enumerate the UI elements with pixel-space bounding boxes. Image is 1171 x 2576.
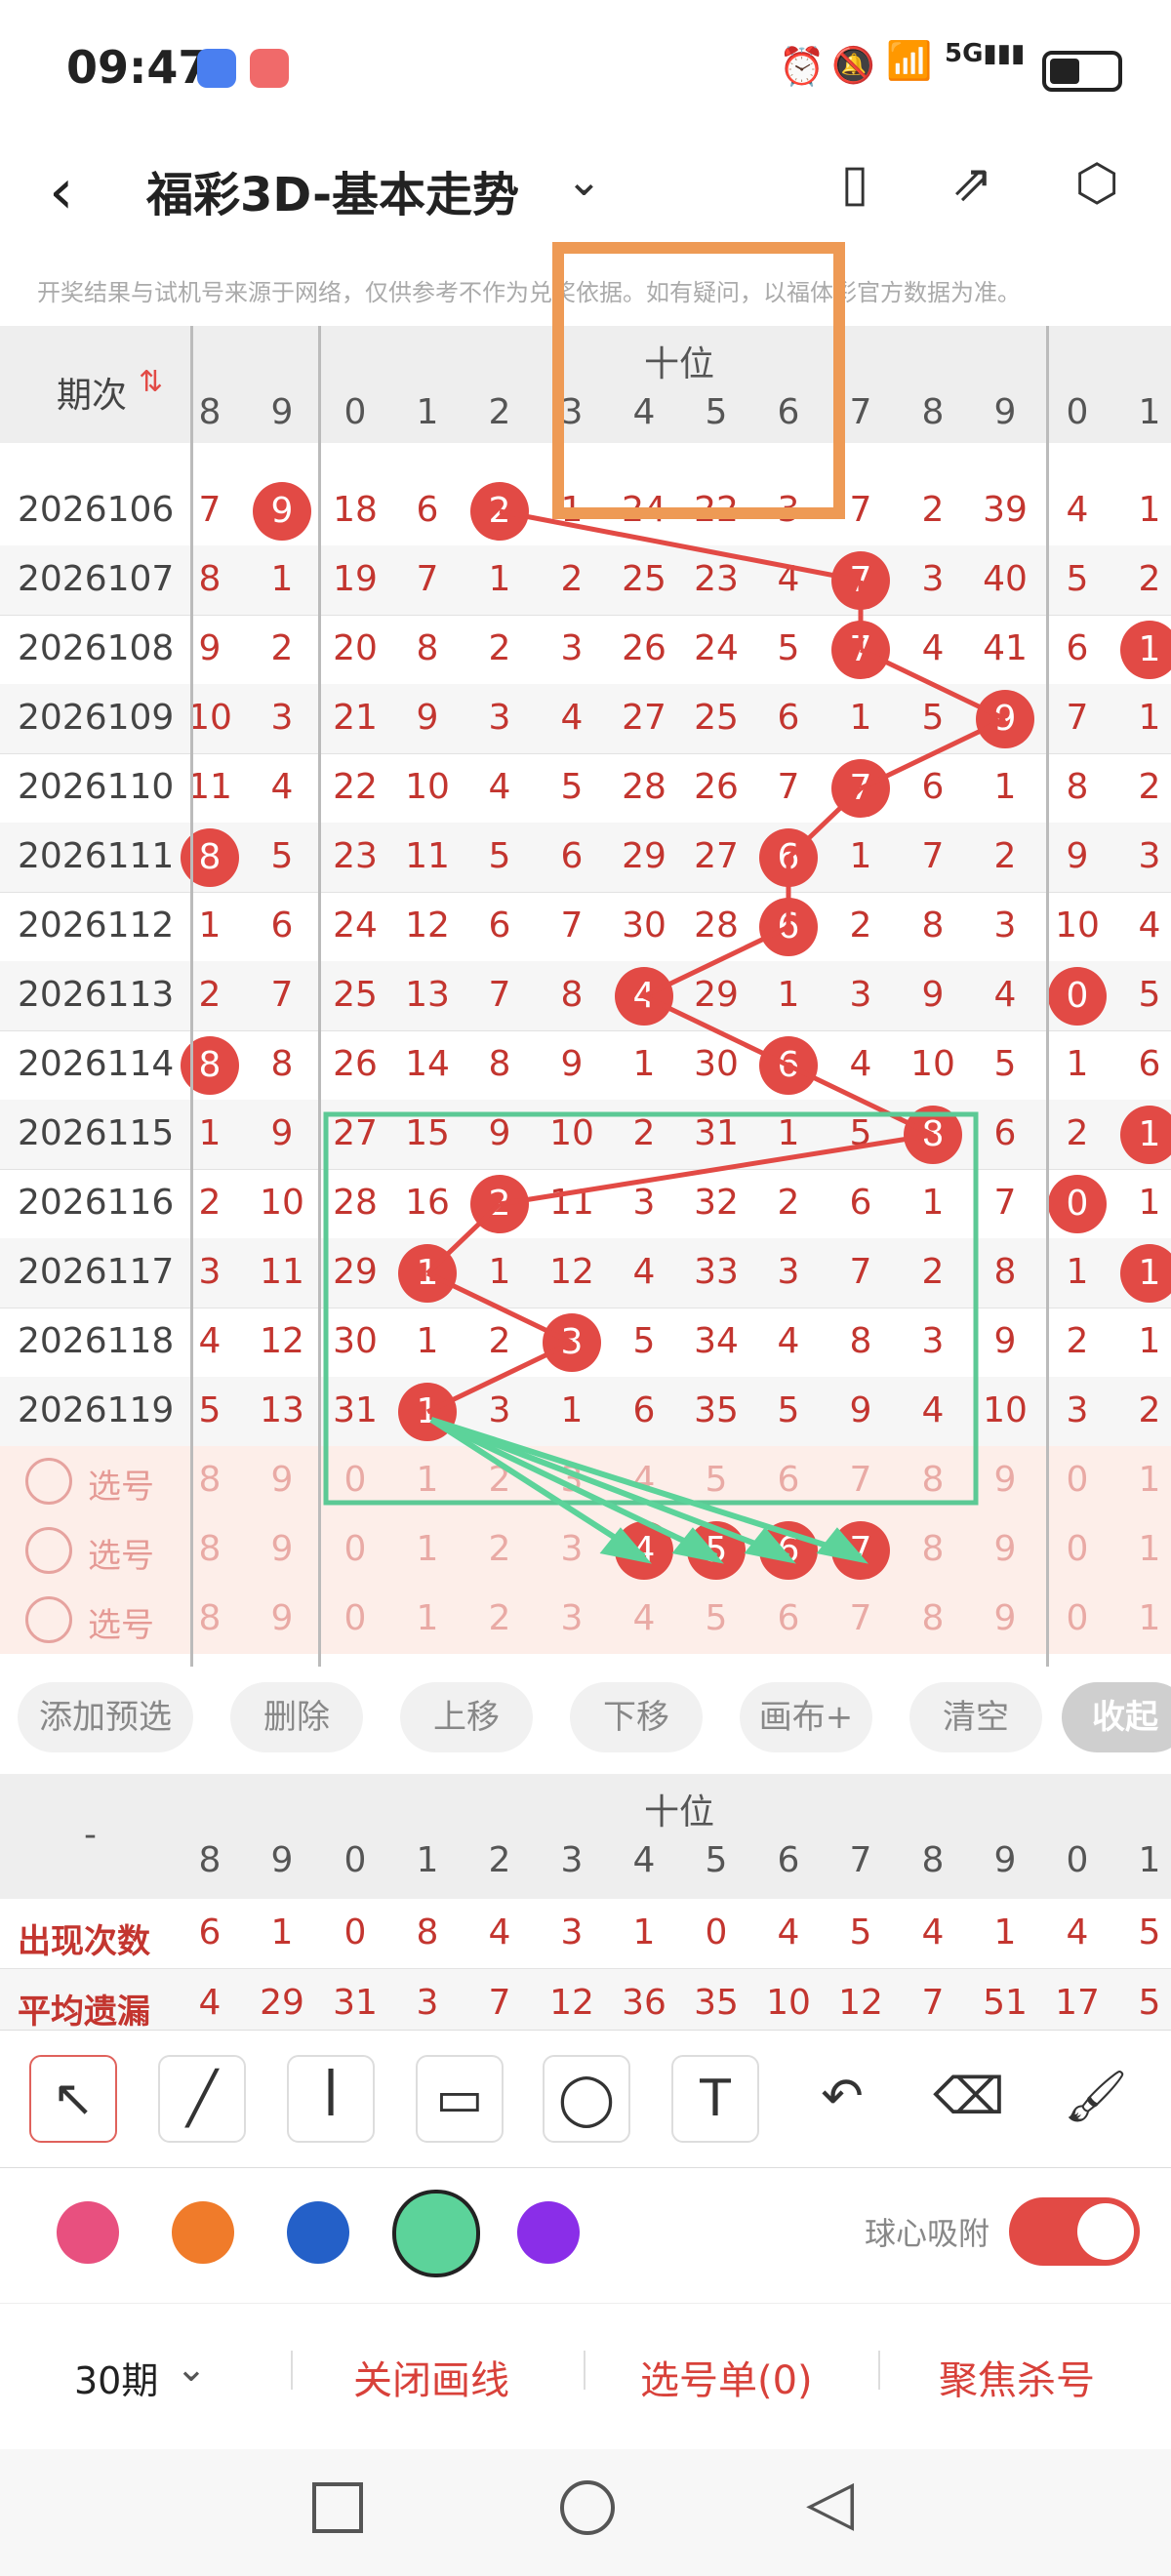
home-icon[interactable]	[560, 2480, 615, 2535]
stats-cell: 5	[1138, 1912, 1161, 1952]
recent-apps-icon[interactable]	[312, 2482, 363, 2533]
back-nav-icon[interactable]: ◁	[806, 2467, 854, 2539]
collapse-button[interactable]: 收起	[1062, 1682, 1171, 1752]
stats-cell: 17	[1055, 1983, 1100, 2023]
undo-icon[interactable]: ↶	[800, 2055, 884, 2139]
stats-tens-group-label: 十位	[644, 1792, 715, 1832]
line-tool-icon[interactable]: ╱	[158, 2055, 246, 2143]
stats-cell: 4	[1066, 1912, 1089, 1952]
column-separator	[1046, 326, 1049, 1667]
trend-line-segment	[642, 924, 790, 999]
stats-cell: 0	[343, 1912, 367, 1952]
stats-cell: 1	[270, 1912, 294, 1952]
stats-cell: 31	[333, 1983, 378, 2023]
stats-column-digit: 6	[777, 1840, 800, 1880]
stats-cell: 3	[560, 1912, 584, 1952]
trend-line-segment	[425, 1340, 574, 1415]
stats-column-digit: 5	[705, 1840, 728, 1880]
stats-column-digit: 0	[343, 1840, 367, 1880]
trend-line-segment	[425, 1270, 574, 1346]
arrow-tool-icon[interactable]: ↖	[29, 2055, 117, 2143]
highlight-rect-green	[323, 1111, 979, 1506]
trend-line-segment	[859, 716, 1007, 791]
move-down-button[interactable]: 下移	[570, 1682, 703, 1752]
trend-line-segment	[499, 508, 862, 584]
close-drawing-button[interactable]: 关闭画线	[353, 2349, 509, 2405]
stats-row-label: 平均遗漏	[18, 1992, 150, 2032]
stats-cell: 10	[766, 1983, 811, 2023]
text-tool-icon[interactable]: T	[671, 2055, 759, 2143]
canvas-plus-button[interactable]: 画布+	[740, 1682, 872, 1752]
periods-select[interactable]: 30期	[74, 2351, 158, 2404]
stats-cell: 12	[549, 1983, 594, 2023]
stats-column-digit: 1	[416, 1840, 439, 1880]
stats-cell: 6	[198, 1912, 222, 1952]
delete-button[interactable]: 删除	[230, 1682, 363, 1752]
trend-line-segment	[787, 1063, 935, 1138]
brush-icon[interactable]: 🖌	[1054, 2055, 1138, 2139]
eraser-icon[interactable]: ⌫	[927, 2055, 1011, 2139]
stats-column-digit: 9	[993, 1840, 1017, 1880]
stats-column-digit: 4	[632, 1840, 656, 1880]
stats-cell: 36	[622, 1983, 666, 2023]
stats-column-digit: 3	[560, 1840, 584, 1880]
snap-label: 球心吸附	[865, 2215, 990, 2252]
stats-cell: 7	[488, 1983, 511, 2023]
stats-cell: 5	[849, 1912, 872, 1952]
stats-cell: 1	[993, 1912, 1017, 1952]
circle-tool-icon[interactable]: ◯	[543, 2055, 630, 2143]
footer-bar: 30期 ⌄ 关闭画线 选号单(0) 聚焦杀号	[0, 2303, 1171, 2440]
trend-line-segment	[859, 647, 1007, 722]
trend-lines	[425, 508, 1007, 1415]
stats-cell: 35	[694, 1983, 739, 2023]
curve-tool-icon[interactable]: ꟾ	[287, 2055, 375, 2143]
column-separator	[190, 326, 193, 1667]
snap-toggle[interactable]	[1009, 2197, 1140, 2266]
stats-column-digit: 2	[488, 1840, 511, 1880]
green-arrows	[429, 1417, 868, 1564]
system-nav-bar: ◁	[0, 2449, 1171, 2576]
trend-line-segment	[642, 993, 790, 1068]
chevron-down-icon[interactable]: ⌄	[176, 2347, 207, 2390]
selection-list-button[interactable]: 选号单(0)	[640, 2349, 813, 2405]
color-orange-swatch[interactable]	[172, 2201, 234, 2264]
stats-column-digit: 0	[1066, 1840, 1089, 1880]
stats-column-digit: 8	[198, 1840, 222, 1880]
highlight-rect-orange	[552, 242, 845, 519]
color-green-swatch-selected[interactable]	[392, 2190, 480, 2277]
stats-cell: 4	[777, 1912, 800, 1952]
stats-cell: 4	[921, 1912, 945, 1952]
stats-cell: 3	[416, 1983, 439, 2023]
column-separator	[318, 326, 321, 1667]
stats-cell: 51	[983, 1983, 1028, 2023]
trend-line-segment	[787, 786, 863, 860]
stats-dash: -	[84, 1815, 97, 1855]
stats-cell: 4	[198, 1983, 222, 2023]
trend-line-segment	[499, 1132, 934, 1207]
stats-cell: 5	[1138, 1983, 1161, 2023]
stats-column-digit: 1	[1138, 1840, 1161, 1880]
stats-cell: 0	[705, 1912, 728, 1952]
stats-cell: 8	[416, 1912, 439, 1952]
stats-row-label: 出现次数	[18, 1922, 150, 1961]
trend-line-segment	[425, 1202, 502, 1275]
stats-cell: 12	[838, 1983, 883, 2023]
color-blue-swatch[interactable]	[287, 2201, 349, 2264]
stats-cell: 7	[921, 1983, 945, 2023]
clear-button[interactable]: 清空	[909, 1682, 1042, 1752]
move-up-button[interactable]: 上移	[400, 1682, 533, 1752]
focus-kill-button[interactable]: 聚焦杀号	[939, 2349, 1095, 2405]
stats-cell: 29	[260, 1983, 304, 2023]
trend-lines-overlay	[323, 242, 1007, 1564]
add-preselect-button[interactable]: 添加预选	[18, 1682, 193, 1752]
stats-cell: 1	[632, 1912, 656, 1952]
stats-cell: 4	[488, 1912, 511, 1952]
stats-column-digit: 9	[270, 1840, 294, 1880]
stats-column-digit: 7	[849, 1840, 872, 1880]
rectangle-tool-icon[interactable]: ▭	[416, 2055, 504, 2143]
color-purple-swatch[interactable]	[517, 2201, 580, 2264]
color-pink-swatch[interactable]	[57, 2201, 119, 2264]
stats-column-digit: 8	[921, 1840, 945, 1880]
